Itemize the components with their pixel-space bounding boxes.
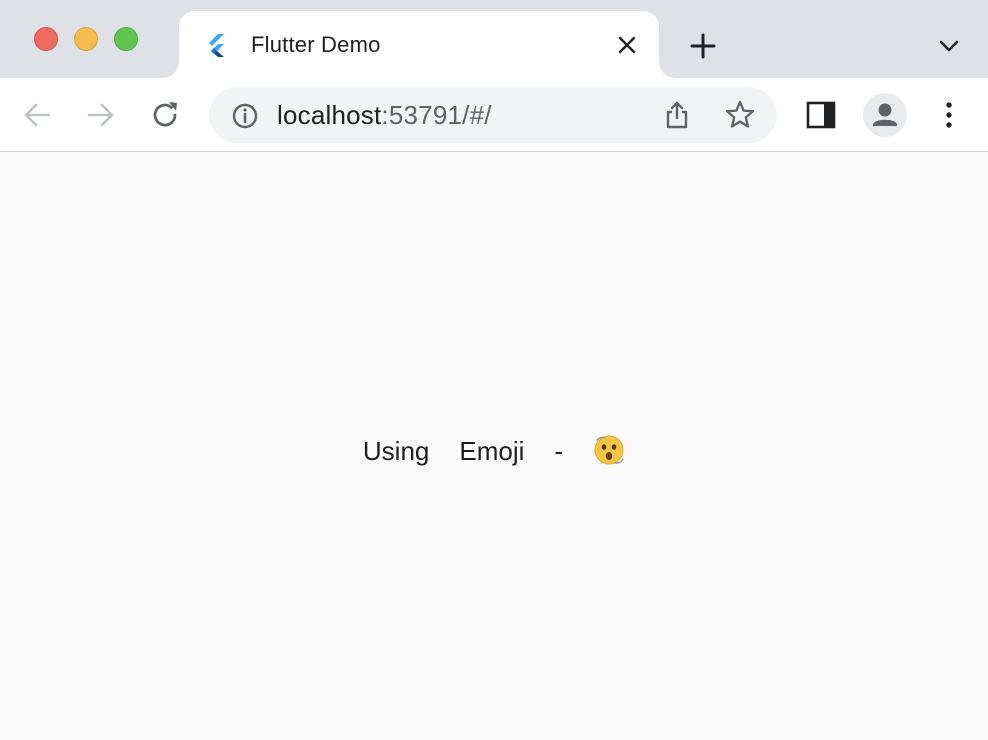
flutter-logo-icon bbox=[209, 34, 224, 57]
share-icon[interactable] bbox=[661, 99, 693, 131]
browser-tab-active[interactable]: Flutter Demo bbox=[163, 11, 675, 78]
browser-toolbar: localhost:53791/#/ bbox=[0, 78, 988, 152]
address-bar[interactable]: localhost:53791/#/ bbox=[209, 87, 777, 143]
more-vert-icon[interactable] bbox=[932, 98, 966, 132]
url-path: :53791/#/ bbox=[381, 100, 492, 130]
chevron-down-icon[interactable] bbox=[934, 31, 964, 61]
close-window-button[interactable] bbox=[34, 27, 58, 51]
bookmark-star-icon[interactable] bbox=[724, 99, 756, 131]
minimize-window-button[interactable] bbox=[74, 27, 98, 51]
person-icon bbox=[873, 103, 897, 126]
new-tab-icon[interactable] bbox=[686, 29, 720, 63]
word-dash: - bbox=[554, 436, 564, 466]
url-text: localhost:53791/#/ bbox=[277, 100, 492, 131]
tab-title: Flutter Demo bbox=[251, 32, 381, 57]
tab-strip: Flutter Demo bbox=[0, 0, 988, 78]
forward-arrow-icon[interactable] bbox=[82, 96, 120, 134]
face-with-open-mouth-emoji-icon bbox=[594, 435, 624, 465]
side-panel-icon[interactable] bbox=[804, 98, 838, 132]
word-using: Using bbox=[362, 436, 430, 466]
back-arrow-icon[interactable] bbox=[18, 96, 56, 134]
emoji-text-line: Using Emoji - bbox=[0, 434, 988, 467]
info-icon[interactable] bbox=[231, 102, 259, 130]
reload-icon[interactable] bbox=[146, 96, 184, 134]
maximize-window-button[interactable] bbox=[114, 27, 138, 51]
url-host: localhost bbox=[277, 100, 382, 130]
profile-avatar[interactable] bbox=[863, 93, 907, 137]
page-content: Using Emoji - bbox=[0, 153, 988, 740]
close-tab-icon[interactable] bbox=[613, 31, 641, 59]
word-emoji: Emoji bbox=[459, 436, 525, 466]
